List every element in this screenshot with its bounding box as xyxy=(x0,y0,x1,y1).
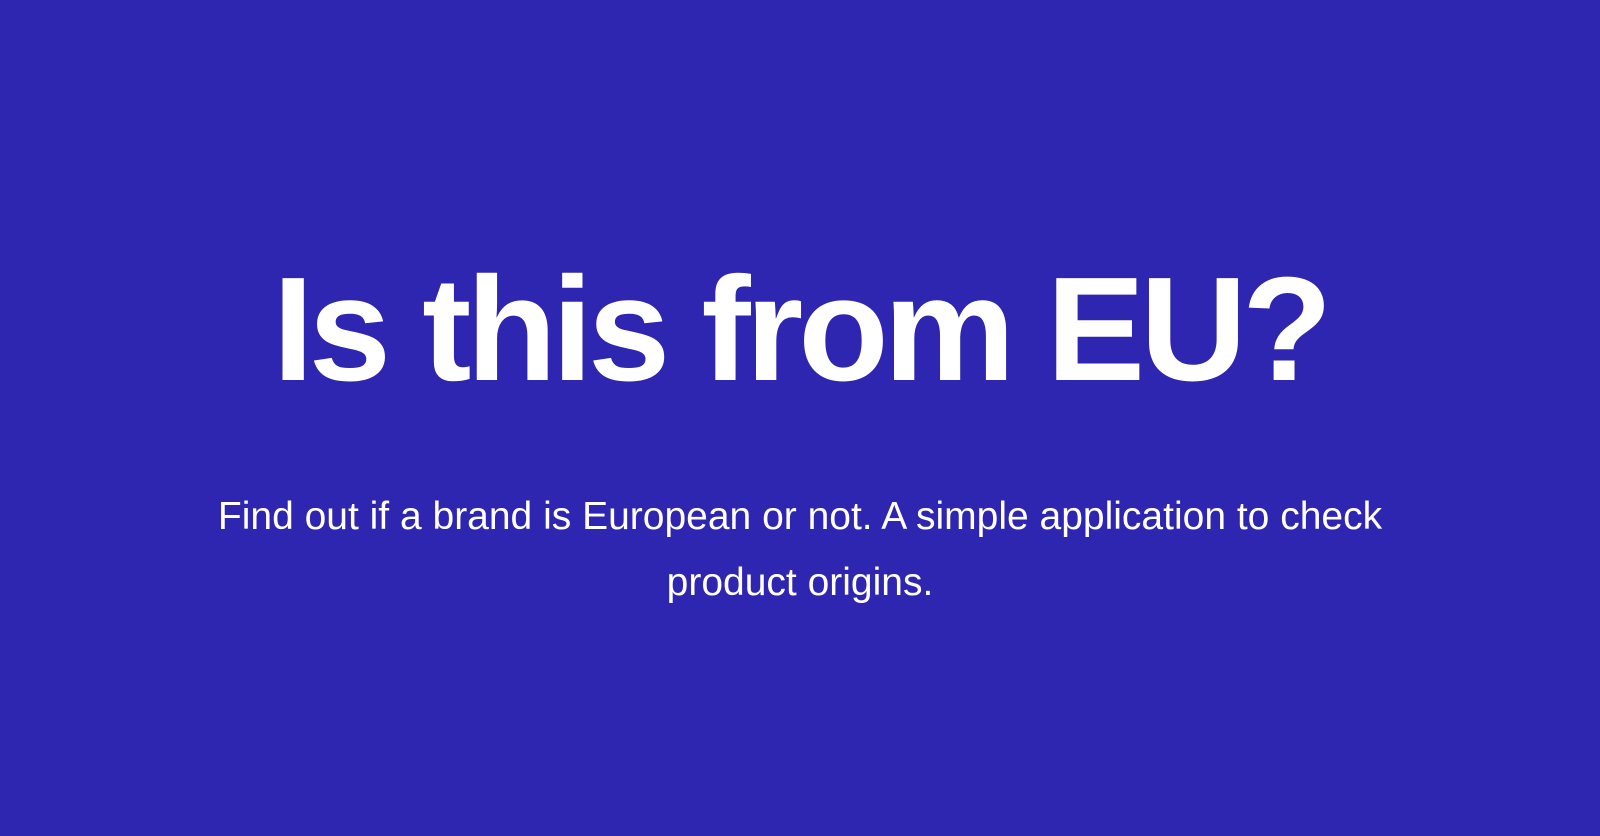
hero-section: Is this from EU? Find out if a brand is … xyxy=(0,0,1600,836)
page-title: Is this from EU? xyxy=(272,247,1333,412)
page-subtitle: Find out if a brand is European or not. … xyxy=(217,495,1383,604)
